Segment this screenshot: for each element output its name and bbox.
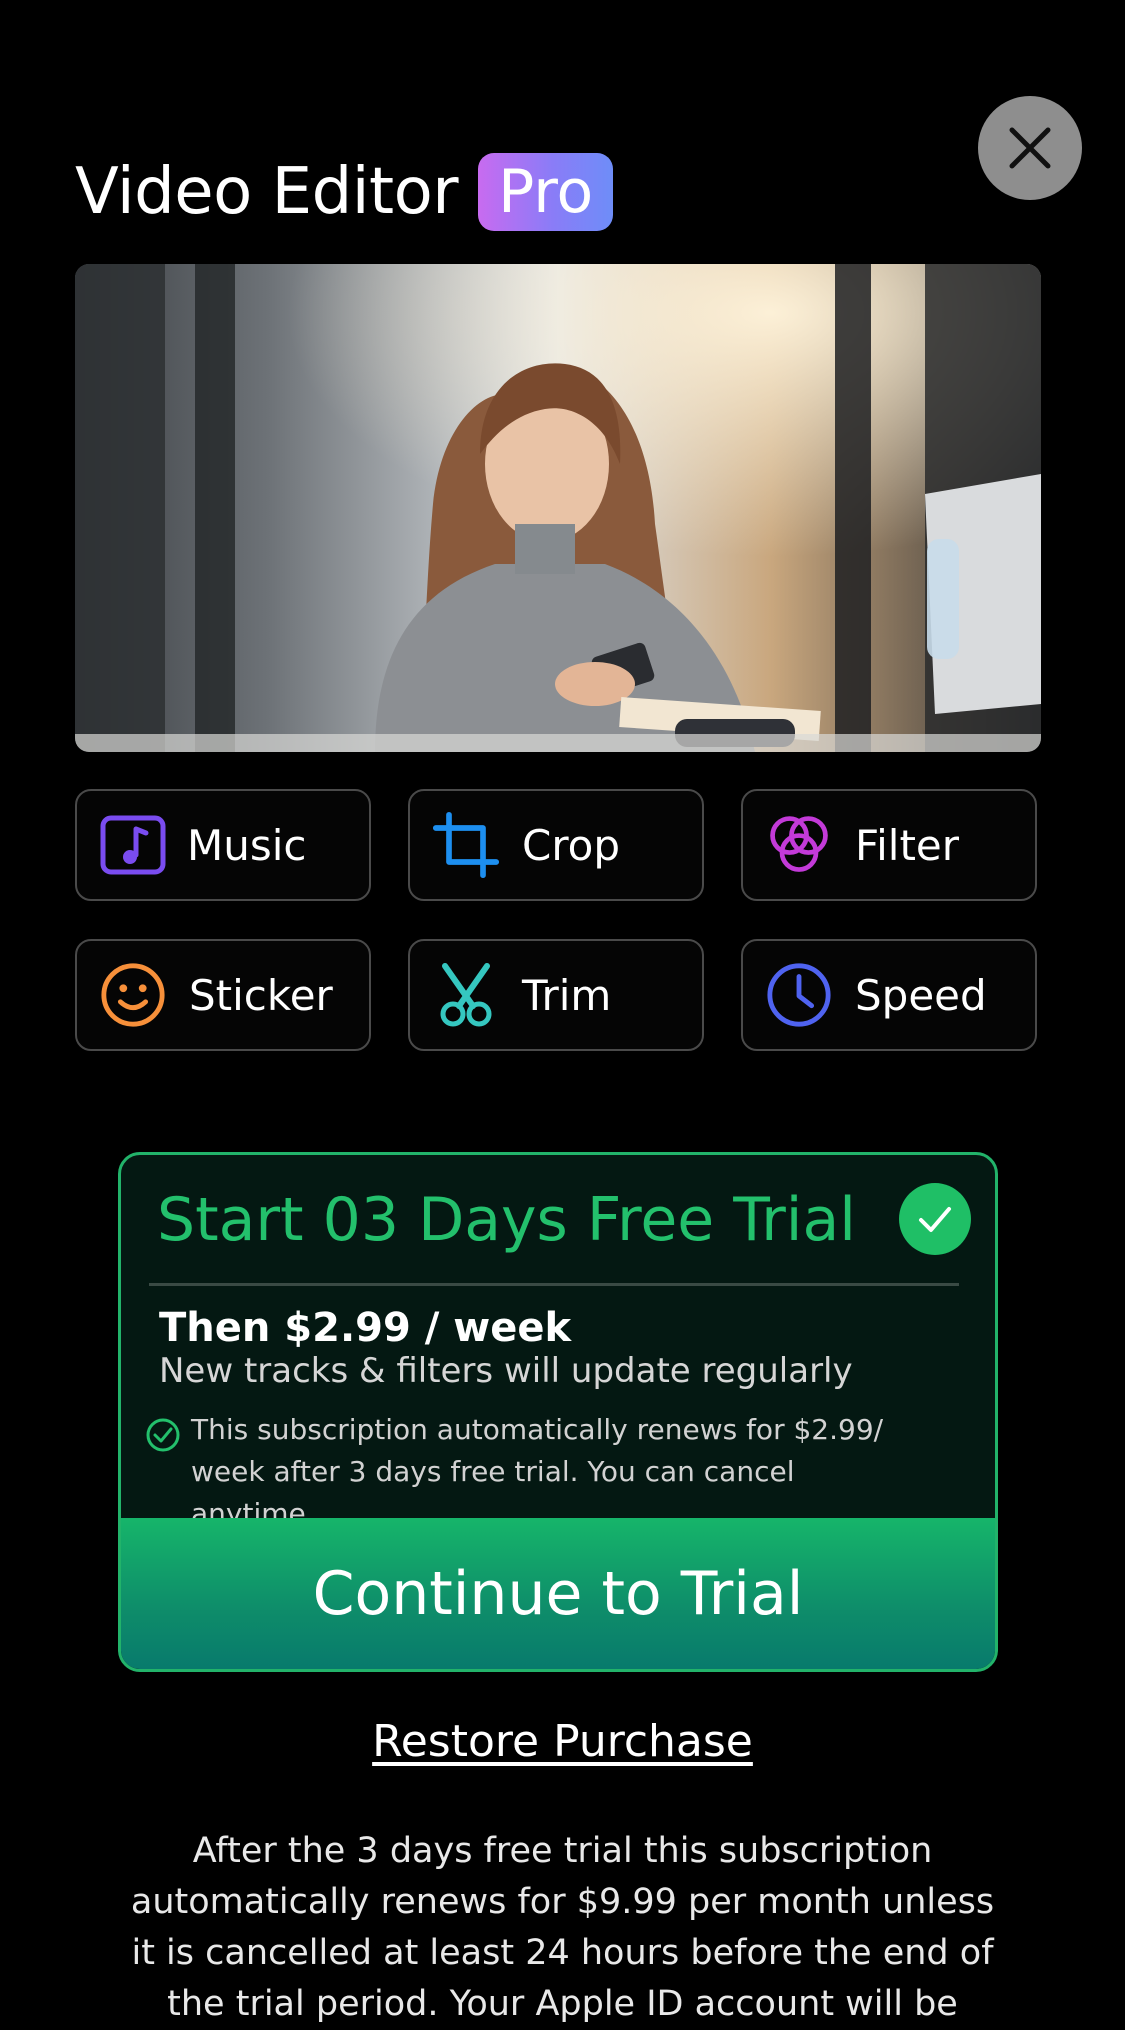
feature-sticker-button[interactable]: Sticker <box>75 939 371 1051</box>
close-button[interactable] <box>978 96 1082 200</box>
trial-subtitle: New tracks & filters will update regular… <box>159 1351 853 1391</box>
feature-filter-button[interactable]: Filter <box>741 789 1037 901</box>
feature-speed-button[interactable]: Speed <box>741 939 1037 1051</box>
close-icon <box>1009 127 1051 169</box>
feature-label: Speed <box>855 970 987 1020</box>
feature-label: Trim <box>522 970 612 1020</box>
filter-circles-icon <box>765 811 833 879</box>
trial-heading: Start 03 Days Free Trial <box>157 1185 856 1255</box>
feature-music-button[interactable]: Music <box>75 789 371 901</box>
renewal-note-text: This subscription automatically renews f… <box>191 1413 884 1530</box>
crop-icon <box>432 811 500 879</box>
renewal-note: This subscription automatically renews f… <box>145 1409 911 1535</box>
continue-to-trial-button[interactable]: Continue to Trial <box>121 1518 995 1669</box>
app-title: Video Editor <box>75 155 459 229</box>
clock-icon <box>765 961 833 1029</box>
legal-text: After the 3 days free trial this subscri… <box>130 1831 995 2024</box>
feature-label: Sticker <box>189 970 333 1020</box>
music-note-icon <box>99 811 167 879</box>
trial-card[interactable]: Start 03 Days Free Trial Then $2.99 / we… <box>118 1152 998 1672</box>
page-title: Video Editor Pro <box>75 150 614 234</box>
restore-purchase-link[interactable]: Restore Purchase <box>0 1716 1125 1767</box>
pro-badge: Pro <box>478 153 614 231</box>
smiley-icon <box>99 961 167 1029</box>
feature-label: Filter <box>855 820 960 870</box>
divider <box>149 1283 959 1286</box>
trial-price: Then $2.99 / week <box>159 1305 572 1351</box>
feature-label: Crop <box>522 820 621 870</box>
scissors-icon <box>432 961 500 1029</box>
check-circle-icon <box>146 1418 180 1452</box>
feature-trim-button[interactable]: Trim <box>408 939 704 1051</box>
selected-check-icon <box>899 1183 971 1255</box>
feature-crop-button[interactable]: Crop <box>408 789 704 901</box>
hero-photo <box>75 264 1041 752</box>
feature-label: Music <box>187 820 307 870</box>
